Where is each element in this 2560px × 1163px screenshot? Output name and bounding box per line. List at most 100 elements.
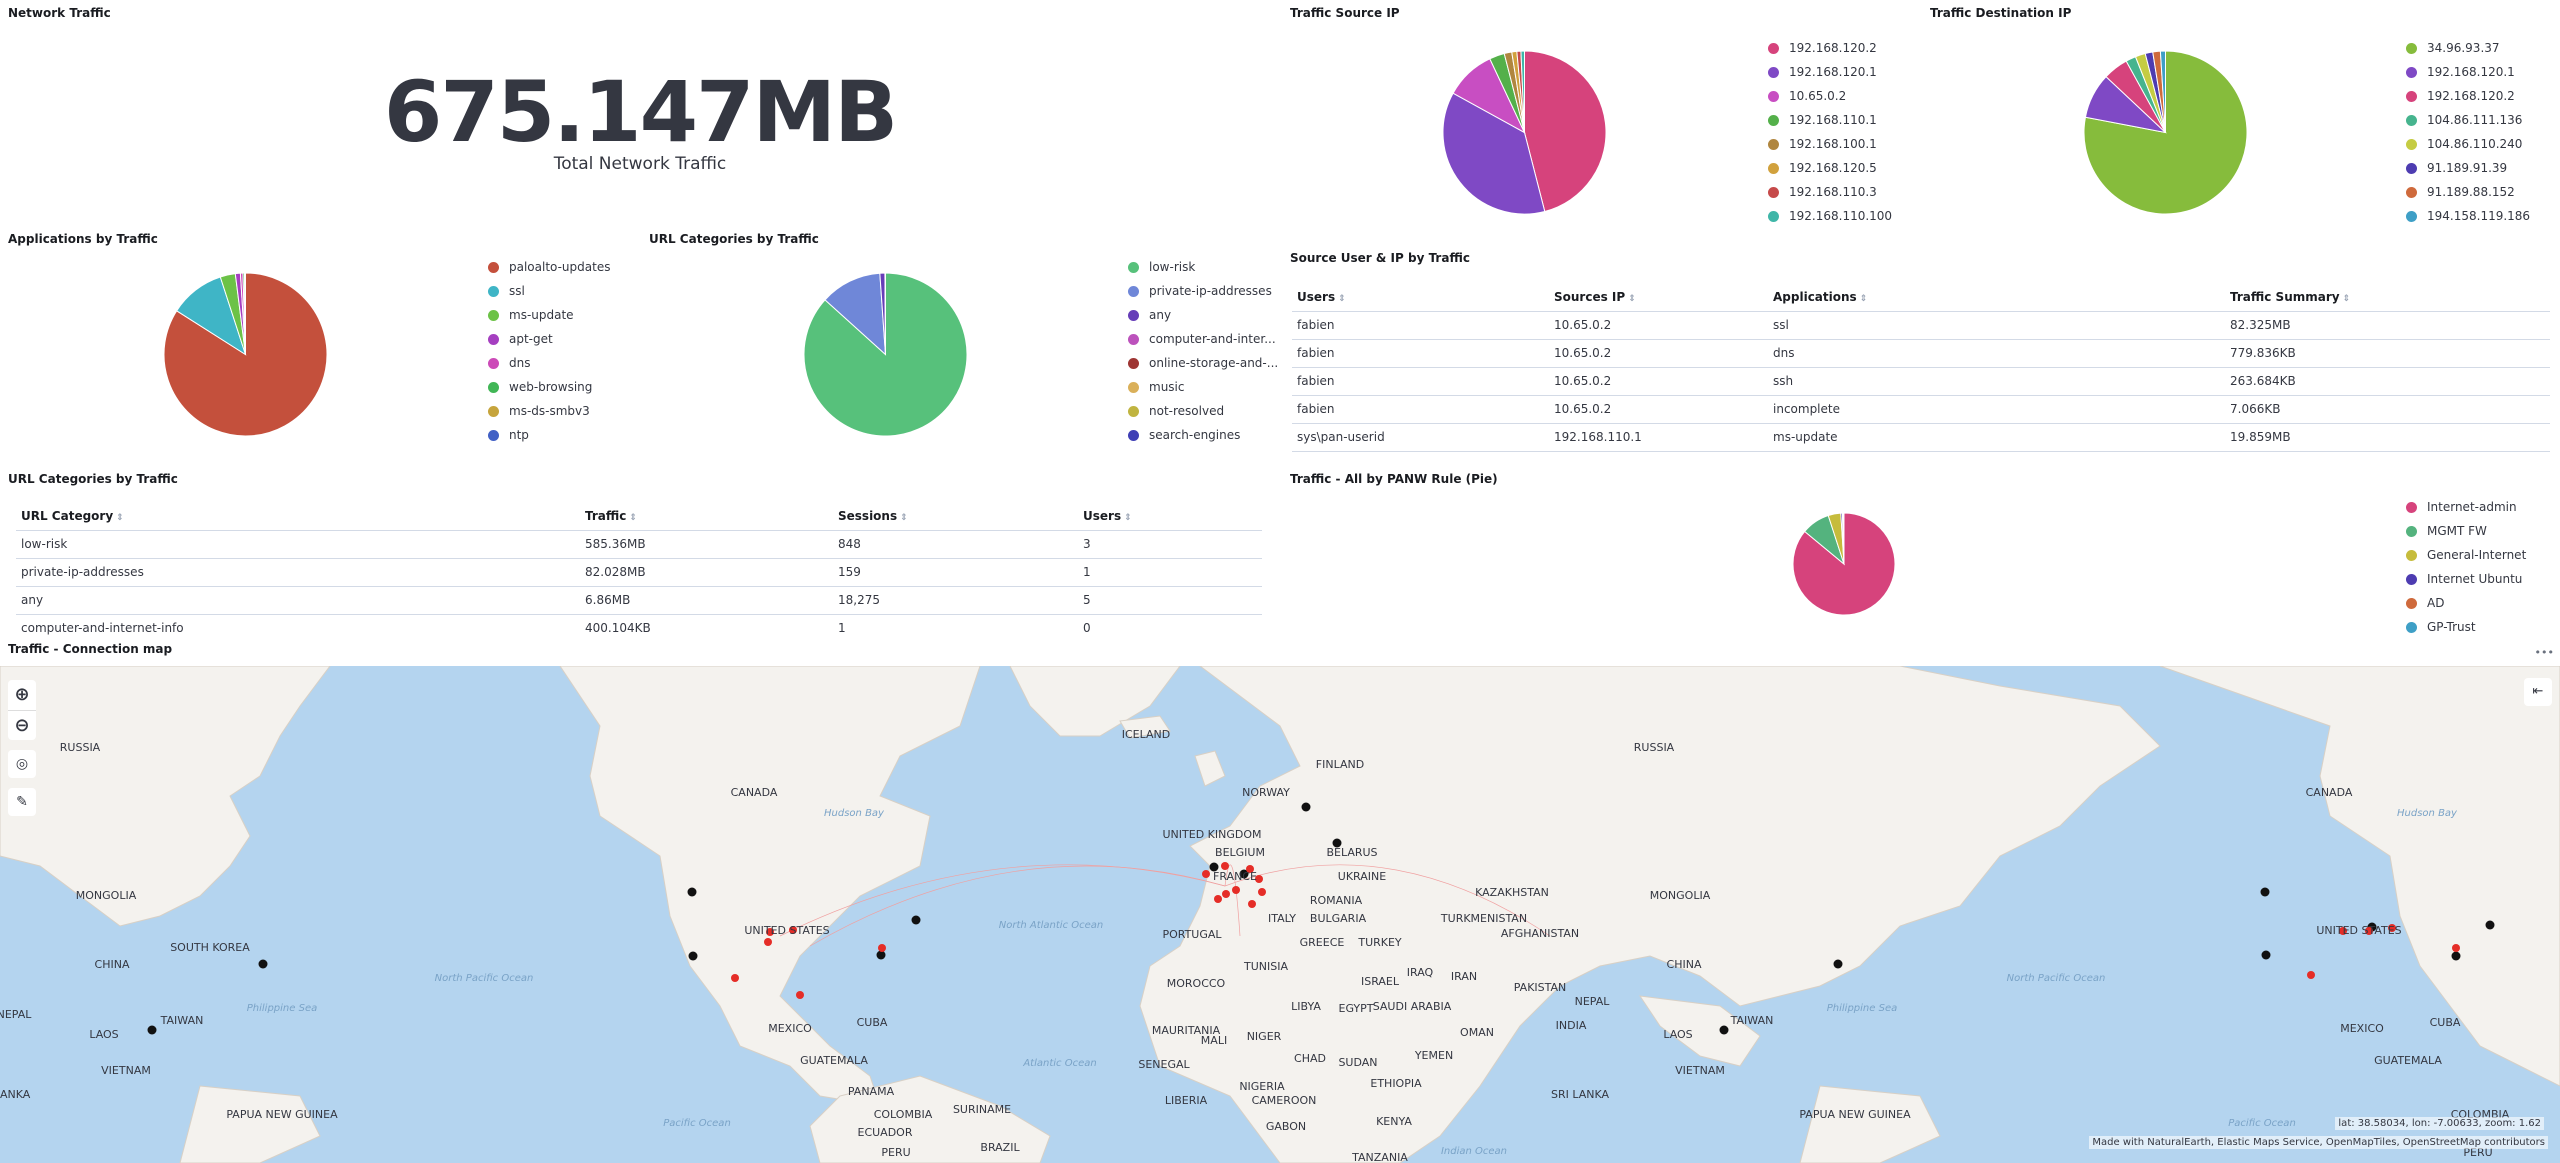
source-point[interactable] (1222, 890, 1230, 898)
legend-item[interactable]: Internet-admin (2406, 495, 2526, 519)
legend-color-icon (1768, 210, 1779, 222)
column-header[interactable]: URL Category ⇕ (16, 502, 580, 531)
source-point[interactable] (1258, 888, 1266, 896)
source-point[interactable] (1248, 900, 1256, 908)
source-point[interactable] (878, 944, 886, 952)
source-point[interactable] (796, 991, 804, 999)
column-header[interactable]: Traffic ⇕ (580, 502, 833, 531)
legend-item[interactable]: 104.86.110.240 (2406, 132, 2530, 156)
legend-item[interactable]: not-resolved (1128, 399, 1278, 423)
legend-item[interactable]: General-Internet (2406, 543, 2526, 567)
applications-pie[interactable] (163, 272, 328, 437)
source-point[interactable] (1202, 870, 1210, 878)
column-header[interactable]: Applications ⇕ (1768, 283, 2225, 312)
column-header[interactable]: Sessions ⇕ (833, 502, 1078, 531)
legend-item[interactable]: 91.189.88.152 (2406, 180, 2530, 204)
panel-title: Applications by Traffic (8, 232, 158, 246)
source-point[interactable] (2452, 944, 2460, 952)
country-label: LAOS (1663, 1028, 1692, 1041)
legend-item[interactable]: 192.168.120.2 (1768, 36, 1892, 60)
column-header[interactable]: Traffic Summary ⇕ (2225, 283, 2550, 312)
source-point[interactable] (731, 974, 739, 982)
water-label: North Atlantic Ocean (999, 920, 1104, 931)
legend-item[interactable]: any (1128, 303, 1278, 327)
legend-item[interactable]: Internet Ubuntu (2406, 567, 2526, 591)
pie-slice-5[interactable] (1842, 512, 1845, 565)
legend-item[interactable]: 192.168.110.1 (1768, 108, 1892, 132)
legend-item[interactable]: AD (2406, 591, 2526, 615)
legend-item[interactable]: 192.168.110.100 (1768, 204, 1892, 228)
destination-point[interactable] (687, 887, 697, 897)
fit-bounds-button[interactable]: ◎ (8, 750, 36, 778)
legend-label: computer-and-inter... (1149, 332, 1276, 346)
column-header[interactable]: Sources IP ⇕ (1549, 283, 1768, 312)
panel-menu-button[interactable]: ••• (2535, 646, 2554, 659)
column-header[interactable]: Users ⇕ (1078, 502, 1262, 531)
legend-item[interactable]: web-browsing (488, 375, 610, 399)
source-point[interactable] (1221, 862, 1229, 870)
zoom-out-button[interactable]: ⊖ (8, 710, 36, 740)
legend-item[interactable]: ntp (488, 423, 610, 447)
legend-item[interactable]: 10.65.0.2 (1768, 84, 1892, 108)
legend-item[interactable]: GP-Trust (2406, 615, 2526, 636)
destination-point[interactable] (147, 1025, 157, 1035)
legend-item[interactable]: apt-get (488, 327, 610, 351)
legend-item[interactable]: 91.189.91.39 (2406, 156, 2530, 180)
legend-item[interactable]: 192.168.110.3 (1768, 180, 1892, 204)
destination-point[interactable] (911, 915, 921, 925)
legend-item[interactable]: MGMT FW (2406, 519, 2526, 543)
source-user-table: Users ⇕ Sources IP ⇕ Applications ⇕ Traffic… (1292, 283, 2550, 452)
zoom-in-button[interactable]: ⊕ (8, 680, 36, 710)
destination-point[interactable] (1301, 802, 1311, 812)
legend-color-icon (488, 285, 499, 297)
legend-item[interactable]: paloalto-updates (488, 255, 610, 279)
draw-tool-button[interactable]: ✎ (8, 788, 36, 816)
url-categories-pie[interactable] (803, 272, 968, 437)
source-point[interactable] (2307, 971, 2315, 979)
legend-item[interactable]: 192.168.100.1 (1768, 132, 1892, 156)
legend-item[interactable]: online-storage-and-... (1128, 351, 1278, 375)
source-point[interactable] (1232, 886, 1240, 894)
legend-item[interactable]: computer-and-inter... (1128, 327, 1278, 351)
panw-rule-pie[interactable] (1792, 512, 1896, 616)
destination-point[interactable] (2485, 920, 2495, 930)
country-label: IRAQ (1407, 966, 1434, 979)
legend-item[interactable]: search-engines (1128, 423, 1278, 447)
destination-point[interactable] (2260, 887, 2270, 897)
legend-item[interactable]: low-risk (1128, 255, 1278, 279)
source-point[interactable] (1214, 895, 1222, 903)
source-ip-pie[interactable] (1442, 50, 1607, 215)
layer-control-button[interactable]: ⇤ (2524, 678, 2552, 706)
legend-label: Internet Ubuntu (2427, 572, 2523, 586)
column-header[interactable]: Users ⇕ (1292, 283, 1549, 312)
legend-item[interactable]: ms-ds-smbv3 (488, 399, 610, 423)
legend-item[interactable]: 192.168.120.2 (2406, 84, 2530, 108)
dest-ip-pie[interactable] (2083, 50, 2248, 215)
legend-color-icon (2406, 573, 2417, 585)
legend-item[interactable]: 104.86.111.136 (2406, 108, 2530, 132)
legend-item[interactable]: music (1128, 375, 1278, 399)
legend-item[interactable]: ms-update (488, 303, 610, 327)
destination-point[interactable] (1833, 959, 1843, 969)
legend-item[interactable]: ssl (488, 279, 610, 303)
panel-title: Source User & IP by Traffic (1290, 251, 1470, 265)
legend-color-icon (488, 405, 499, 417)
legend-item[interactable]: 192.168.120.5 (1768, 156, 1892, 180)
world-map[interactable]: Hudson Bay North Pacific Ocean Philippine … (0, 666, 2560, 1163)
legend-item[interactable]: 34.96.93.37 (2406, 36, 2530, 60)
legend-item[interactable]: 194.158.119.186 (2406, 204, 2530, 228)
source-point[interactable] (764, 938, 772, 946)
table-cell: private-ip-addresses (16, 558, 580, 587)
destination-point[interactable] (688, 951, 698, 961)
legend-item[interactable]: 192.168.120.1 (2406, 60, 2530, 84)
legend-label: 104.86.110.240 (2427, 137, 2523, 151)
legend-item[interactable]: dns (488, 351, 610, 375)
destination-point[interactable] (1719, 1025, 1729, 1035)
pie-slice-7[interactable] (244, 272, 246, 355)
legend-item[interactable]: 192.168.120.1 (1768, 60, 1892, 84)
destination-point[interactable] (258, 959, 268, 969)
legend-item[interactable]: private-ip-addresses (1128, 279, 1278, 303)
destination-point[interactable] (2451, 951, 2461, 961)
destination-point[interactable] (2261, 950, 2271, 960)
panel-title: Traffic Destination IP (1930, 6, 2072, 20)
